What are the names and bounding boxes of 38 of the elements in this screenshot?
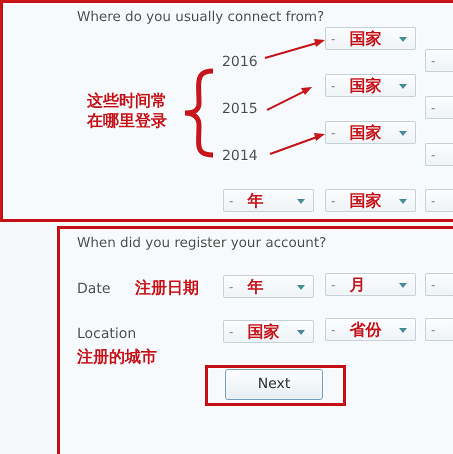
question-title: Where do you usually connect from? bbox=[77, 8, 324, 27]
dropdown[interactable]: - 国家 bbox=[325, 189, 416, 212]
caret-icon bbox=[297, 285, 305, 290]
caret-icon bbox=[399, 283, 407, 288]
arrow bbox=[266, 87, 312, 111]
annotation-note: 注册日期 bbox=[135, 278, 199, 298]
caret-icon bbox=[399, 328, 407, 333]
dropdown[interactable]: - 国家 bbox=[325, 27, 416, 50]
dropdown[interactable]: - bbox=[425, 318, 453, 341]
year-label: 2015 bbox=[222, 100, 258, 119]
dropdown[interactable]: - 国家 bbox=[325, 121, 416, 144]
field-label: Location bbox=[77, 325, 136, 344]
dropdown[interactable]: - bbox=[425, 189, 453, 212]
dropdown[interactable]: - bbox=[425, 49, 453, 72]
annotation-note: 注册的城市 bbox=[77, 347, 157, 367]
question-title: When did you register your account? bbox=[77, 234, 326, 253]
dropdown[interactable]: - bbox=[425, 273, 453, 296]
dropdown[interactable]: - 省份 bbox=[325, 318, 416, 341]
caret-icon bbox=[399, 199, 407, 204]
dropdown[interactable]: - bbox=[425, 143, 453, 166]
caret-icon bbox=[297, 199, 305, 204]
caret-icon bbox=[297, 330, 305, 335]
dropdown[interactable]: - 年 bbox=[223, 189, 314, 212]
arrow bbox=[270, 133, 325, 155]
year-label: 2014 bbox=[222, 147, 258, 166]
year-label: 2016 bbox=[222, 53, 258, 72]
dropdown[interactable]: - 年 bbox=[223, 275, 314, 298]
caret-icon bbox=[399, 37, 407, 42]
caret-icon bbox=[399, 131, 407, 136]
dropdown[interactable]: - bbox=[425, 96, 453, 119]
dropdown[interactable]: - 国家 bbox=[223, 320, 314, 343]
dropdown[interactable]: - 国家 bbox=[325, 74, 416, 97]
arrow bbox=[264, 39, 325, 59]
field-label: Date bbox=[77, 280, 110, 299]
caret-icon bbox=[399, 84, 407, 89]
next-button[interactable]: Next bbox=[225, 369, 323, 400]
annotation-note: 这些时间常在哪里登录 bbox=[87, 91, 168, 131]
dropdown[interactable]: - 月 bbox=[325, 273, 416, 296]
